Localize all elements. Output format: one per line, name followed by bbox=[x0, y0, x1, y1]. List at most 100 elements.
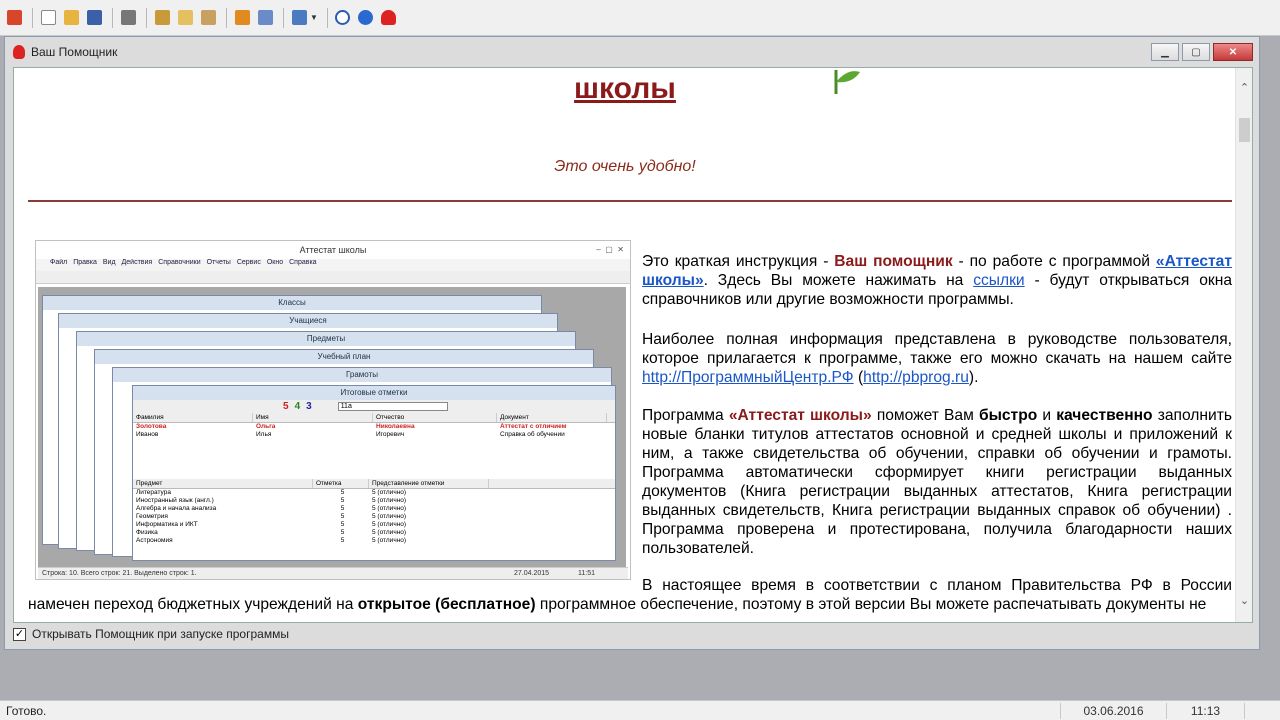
mini-subject-row: Физика 5 5 (отлично) bbox=[133, 529, 615, 537]
mini-app-title-text: Аттестат школы bbox=[299, 245, 367, 255]
text: и bbox=[1037, 407, 1057, 424]
app-logo-icon[interactable] bbox=[4, 7, 24, 29]
transition-paragraph: В настоящее время в соответствии с плано… bbox=[28, 576, 1232, 614]
assistant-window: Ваш Помощник ▁ ▢ ✕ школы Это очень удобн… bbox=[4, 36, 1260, 650]
mini-cell: 5 bbox=[340, 505, 345, 512]
mini-app-title: Аттестат школы – ▢ ✕ bbox=[36, 241, 630, 259]
mini-window-title: Грамоты bbox=[113, 368, 611, 382]
mini-cell: Информатика и ИКТ bbox=[136, 521, 198, 528]
document-icon[interactable] bbox=[198, 7, 218, 29]
mini-cell: 5 (отлично) bbox=[372, 489, 407, 496]
mini-subject-row: Алгебра и начала анализа 5 5 (отлично) bbox=[133, 505, 615, 513]
text: Это краткая инструкция - bbox=[642, 253, 835, 270]
mini-menu-item: Файл bbox=[50, 259, 68, 266]
toolbar-separator bbox=[226, 7, 227, 28]
program-paragraph: Программа «Аттестат школы» поможет Вам б… bbox=[642, 406, 1232, 558]
mini-subject-row: Литература 5 5 (отлично) bbox=[133, 489, 615, 497]
mini-window-title: Итоговые отметки bbox=[133, 386, 615, 400]
mini-mdi-area: Классы Учащиеся Предметы Учебный план Гр… bbox=[38, 287, 626, 569]
save-icon[interactable] bbox=[84, 7, 104, 29]
mini-spacer bbox=[133, 439, 615, 479]
refresh-icon[interactable] bbox=[333, 7, 353, 29]
text: - по работе с программой bbox=[952, 253, 1156, 270]
minimize-button[interactable]: ▁ bbox=[1151, 43, 1179, 61]
mini-window-title: Классы bbox=[43, 296, 541, 310]
mini-menubar: Файл Правка Вид Действия Справочники Отч… bbox=[36, 259, 630, 271]
mini-col-header: Отметка bbox=[313, 479, 369, 488]
toolbar-separator bbox=[32, 7, 33, 28]
mini-menu-item: Справочники bbox=[158, 259, 201, 266]
mini-class-combo: 11а bbox=[337, 402, 448, 411]
scroll-down-icon[interactable]: ⌄ bbox=[1236, 593, 1252, 610]
vertical-scrollbar[interactable]: ⌃ ⌄ bbox=[1235, 68, 1252, 622]
mini-cell: 5 (отлично) bbox=[372, 505, 407, 512]
table-icon[interactable] bbox=[255, 7, 275, 29]
program-screenshot: Аттестат школы – ▢ ✕ Файл Правка Вид Дей… bbox=[35, 240, 631, 580]
chevron-down-icon[interactable]: ▼ bbox=[310, 13, 318, 22]
program-name: «Аттестат школы» bbox=[728, 407, 872, 424]
rose-icon bbox=[13, 45, 25, 59]
text: ( bbox=[853, 369, 864, 386]
window-titlebar[interactable]: Ваш Помощник ▁ ▢ ✕ bbox=[5, 37, 1259, 67]
mini-menu-item: Окно bbox=[266, 259, 284, 266]
mini-col-header: Фамилия bbox=[133, 413, 253, 422]
bold-quality: качественно bbox=[1056, 407, 1153, 424]
windows-icon[interactable] bbox=[289, 7, 309, 29]
home-icon[interactable] bbox=[152, 7, 172, 29]
rose-leaf-icon bbox=[834, 70, 860, 94]
startup-checkbox-label: Открывать Помощник при запуске программы bbox=[32, 627, 289, 641]
page-heading: школы bbox=[574, 72, 676, 105]
status-time: 11:13 bbox=[1166, 702, 1244, 719]
startup-checkbox[interactable]: ✓ bbox=[13, 627, 26, 641]
assistant-rose-icon[interactable] bbox=[379, 7, 399, 29]
mini-student-row: Золотова Ольга Николаевна Аттестат с отл… bbox=[133, 423, 615, 431]
mini-subject-row: Астрономия 5 5 (отлично) bbox=[133, 537, 615, 545]
mini-menu-item: Правка bbox=[73, 259, 97, 266]
links-link[interactable]: ссылки bbox=[973, 272, 1024, 289]
assistant-name: Ваш помощник bbox=[834, 253, 953, 270]
folders-icon[interactable] bbox=[175, 7, 195, 29]
mini-cell: 5 (отлично) bbox=[372, 529, 407, 536]
site-link-pbprog[interactable]: http://pbprog.ru bbox=[863, 369, 969, 386]
open-folder-icon[interactable] bbox=[61, 7, 81, 29]
close-button[interactable]: ✕ bbox=[1213, 43, 1253, 61]
mini-cell: Литература bbox=[136, 489, 171, 496]
status-date: 03.06.2016 bbox=[1060, 702, 1166, 719]
mini-cell: Иванов bbox=[136, 431, 159, 438]
box-icon[interactable] bbox=[232, 7, 252, 29]
bold-open-source: открытое (бесплатное) bbox=[357, 596, 536, 613]
mini-subject-row: Иностранный язык (англ.) 5 5 (отлично) bbox=[133, 497, 615, 505]
site-link-rf[interactable]: http://ПрограммныйЦентр.РФ bbox=[642, 369, 854, 386]
text: . Здесь Вы можете нажимать на bbox=[703, 272, 974, 289]
mini-subject-row: Информатика и ИКТ 5 5 (отлично) bbox=[133, 521, 615, 529]
mini-students-header: Фамилия Имя Отчество Документ bbox=[133, 413, 615, 423]
mini-grade-3: 3 bbox=[306, 401, 312, 412]
mini-cell: Илья bbox=[256, 431, 272, 438]
mini-toolbar bbox=[36, 271, 630, 284]
mini-cell: Николаевна bbox=[376, 423, 415, 430]
print-icon[interactable] bbox=[118, 7, 138, 29]
text: программное обеспечение, поэтому в этой … bbox=[535, 596, 1207, 613]
mini-cell: Справка об обучении bbox=[500, 431, 565, 438]
mini-cell: Ольга bbox=[256, 423, 276, 430]
mini-menu-item: Вид bbox=[102, 259, 116, 266]
mini-cell: 5 bbox=[340, 497, 345, 504]
text: Программа bbox=[642, 407, 729, 424]
mini-window-final-grades: Итоговые отметки 5 4 3 11а Фамилия Имя О… bbox=[132, 385, 616, 561]
mini-menu-item: Отчеты bbox=[206, 259, 231, 266]
toolbar-separator bbox=[146, 7, 147, 28]
mini-col-header: Отчество bbox=[373, 413, 497, 422]
startup-checkbox-row[interactable]: ✓ Открывать Помощник при запуске програм… bbox=[13, 627, 289, 641]
help-content: школы Это очень удобно! Аттестат школы –… bbox=[13, 67, 1253, 623]
new-file-icon[interactable] bbox=[38, 7, 58, 29]
divider bbox=[28, 200, 1232, 202]
maximize-button[interactable]: ▢ bbox=[1182, 43, 1210, 61]
scroll-up-icon[interactable]: ⌃ bbox=[1236, 80, 1252, 97]
statusbar: Готово. 03.06.2016 11:13 bbox=[0, 700, 1280, 720]
mini-student-row: Иванов Илья Игоревич Справка об обучении bbox=[133, 431, 615, 439]
help-icon[interactable] bbox=[356, 7, 376, 29]
main-toolbar: ▼ bbox=[0, 0, 1280, 36]
mini-cell: Аттестат с отличием bbox=[500, 423, 567, 430]
scroll-thumb[interactable] bbox=[1239, 118, 1250, 142]
mini-cell: Иностранный язык (англ.) bbox=[136, 497, 214, 504]
